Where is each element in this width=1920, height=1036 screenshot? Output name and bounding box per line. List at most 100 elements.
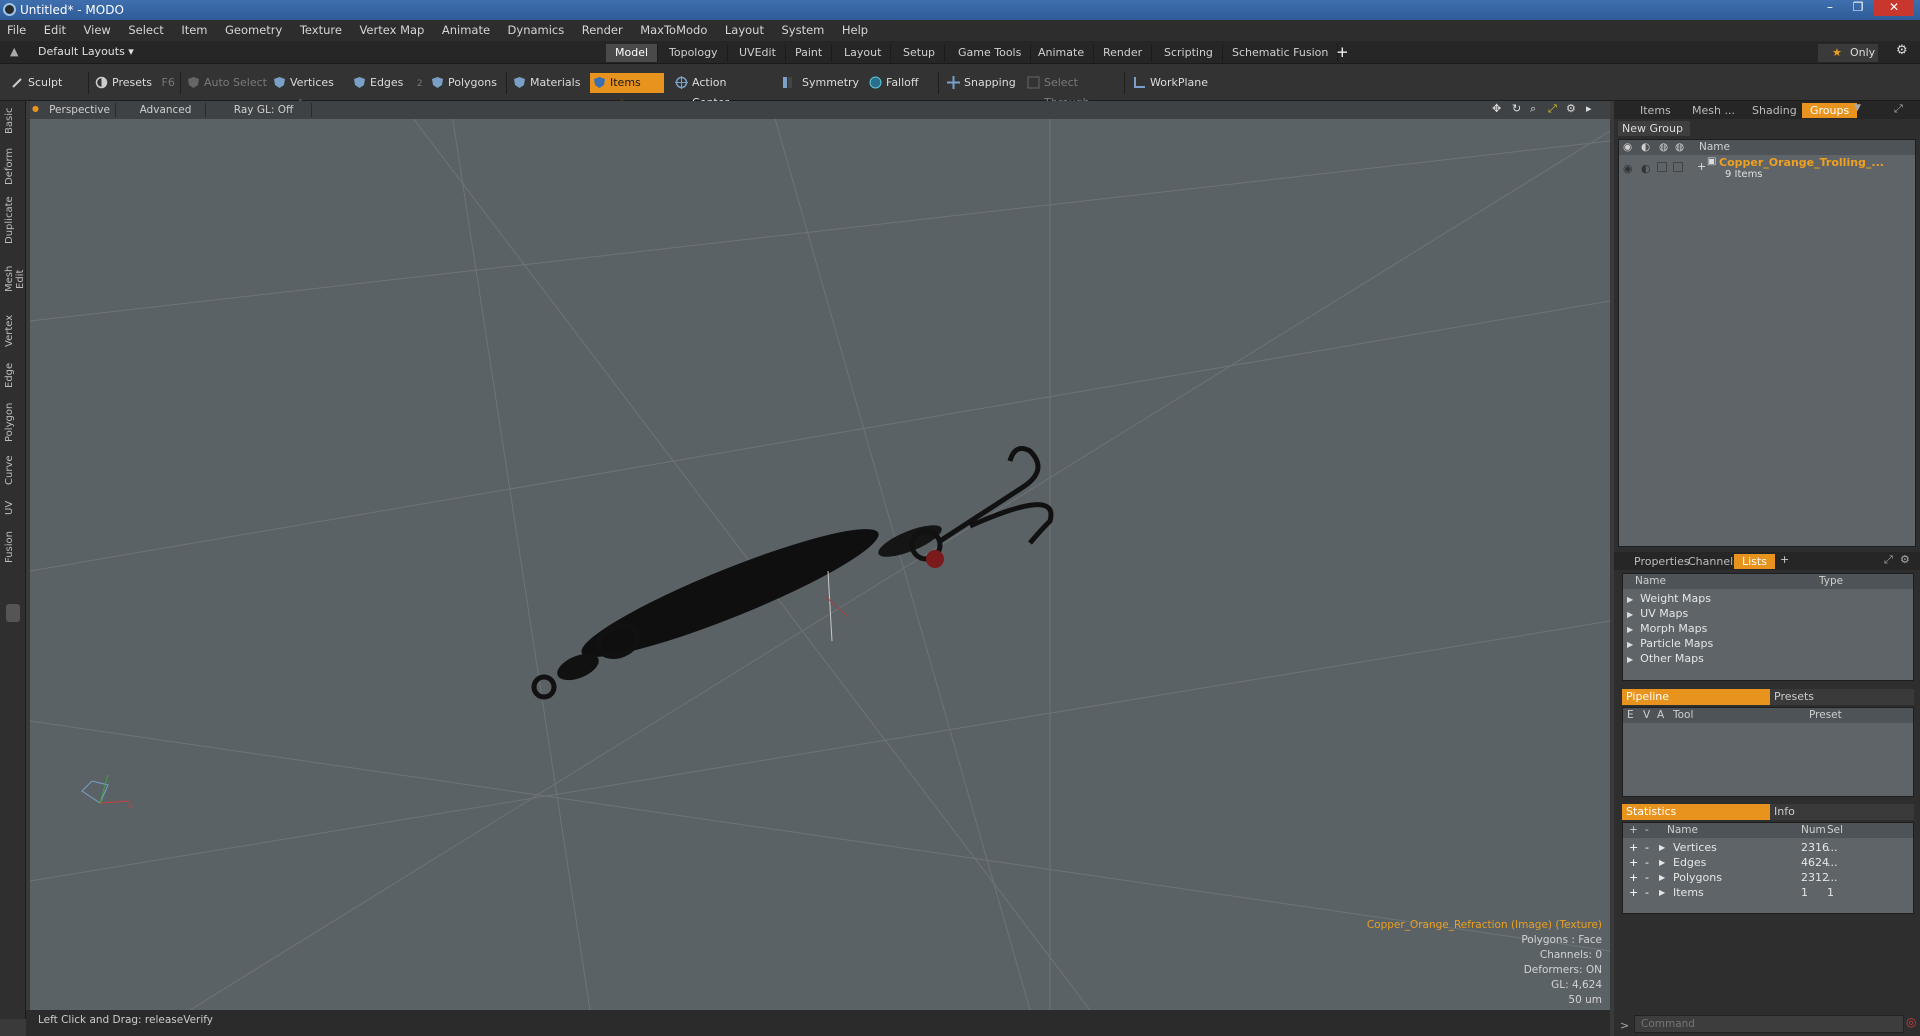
menu-file[interactable]: File — [0, 20, 33, 41]
symmetry-button[interactable]: Symmetry — [778, 73, 859, 93]
command-input[interactable] — [1634, 1015, 1904, 1033]
menu-view[interactable]: View — [77, 20, 118, 41]
tab-items[interactable]: Items — [1632, 103, 1679, 118]
vtab-fusion[interactable]: Fusion — [4, 529, 22, 565]
groups-dropdown-icon[interactable]: ▼ — [1854, 103, 1861, 113]
zoom-icon[interactable]: ⌕ — [1530, 102, 1536, 116]
viewport-expand-icon[interactable]: ▸ — [1586, 102, 1592, 115]
pan-icon[interactable]: ✥ — [1492, 102, 1501, 115]
close-icon[interactable]: ✕ — [1874, 0, 1914, 16]
workplane-button[interactable]: WorkPlane — [1130, 73, 1210, 93]
add-panel-tab-button[interactable]: + — [1780, 553, 1789, 566]
menu-vertex-map[interactable]: Vertex Map — [352, 20, 431, 41]
vtab-deform[interactable]: Deform — [4, 147, 22, 185]
view-mode-button[interactable]: Perspective — [44, 103, 116, 117]
polygons-button[interactable]: Polygons — [428, 73, 502, 93]
shading-mode-button[interactable]: Advanced — [126, 103, 206, 117]
menu-help[interactable]: Help — [835, 20, 875, 41]
vtab-vertex[interactable]: Vertex — [4, 313, 22, 349]
3d-viewport[interactable]: x ● Perspective Advanced Ray GL: Off ✥ ↻… — [30, 101, 1610, 1010]
lists-gear-icon[interactable]: ⚙ — [1900, 553, 1910, 566]
rotate-icon[interactable]: ↻ — [1512, 102, 1521, 115]
menu-maxtomodo[interactable]: MaxToModo — [633, 20, 714, 41]
tab-setup[interactable]: Setup — [894, 44, 946, 62]
tab-schematic-fusion[interactable]: Schematic Fusion — [1223, 44, 1339, 62]
tab-render[interactable]: Render — [1094, 44, 1153, 62]
edges-button[interactable]: Edges 2 — [350, 73, 426, 93]
menu-dynamics[interactable]: Dynamics — [501, 20, 572, 41]
vtab-mesh-edit[interactable]: Mesh Edit — [4, 255, 26, 303]
select-through-button[interactable]: Select Through — [1024, 73, 1120, 109]
minimize-icon[interactable]: – — [1818, 0, 1842, 16]
menu-texture[interactable]: Texture — [293, 20, 349, 41]
vtab-edge[interactable]: Edge — [4, 359, 22, 391]
group-expand-icon[interactable]: + — [1697, 160, 1706, 173]
vtab-basic[interactable]: Basic — [4, 105, 22, 137]
materials-button[interactable]: Materials — [510, 73, 586, 93]
menu-animate[interactable]: Animate — [435, 20, 497, 41]
tab-paint[interactable]: Paint — [786, 44, 833, 62]
menu-item[interactable]: Item — [174, 20, 214, 41]
group-eye-icon[interactable]: ◉ — [1623, 162, 1633, 175]
layout-collapse-icon[interactable]: ▲ — [10, 45, 18, 58]
falloff-button[interactable]: Falloff — [866, 73, 938, 93]
tab-info[interactable]: Info — [1770, 804, 1914, 820]
groups-expand-icon[interactable]: ⤢ — [1894, 102, 1903, 116]
menu-select[interactable]: Select — [121, 20, 170, 41]
command-history-icon[interactable]: ◎ — [1906, 1015, 1916, 1029]
action-center-button[interactable]: Action Center — [672, 73, 764, 109]
maximize-icon[interactable]: ❐ — [1846, 0, 1870, 16]
viewport-menu-icon[interactable]: ● — [32, 104, 40, 113]
add-tab-button[interactable]: + — [1336, 43, 1349, 61]
table-row[interactable]: + - ▶ Items 1 1 — [1623, 884, 1913, 902]
group-name[interactable]: Copper_Orange_Trolling_... — [1719, 156, 1884, 169]
vtab-duplicate[interactable]: Duplicate — [4, 195, 22, 245]
lure-model[interactable] — [531, 446, 1054, 700]
layout-preset-dropdown[interactable]: Default Layouts ▾ — [38, 45, 134, 58]
snapping-button[interactable]: Snapping — [944, 73, 1018, 93]
tab-layout[interactable]: Layout — [835, 44, 892, 62]
tab-groups[interactable]: Groups — [1802, 103, 1858, 118]
tab-model[interactable]: Model — [606, 44, 659, 62]
tab-mesh[interactable]: Mesh ... — [1684, 103, 1743, 118]
tab-presets[interactable]: Presets — [1770, 689, 1914, 705]
tab-pipeline[interactable]: Pipeline — [1622, 689, 1770, 705]
group-lock-checkbox[interactable] — [1657, 162, 1667, 172]
menu-edit[interactable]: Edit — [37, 20, 73, 41]
menu-geometry[interactable]: Geometry — [218, 20, 289, 41]
vtab-polygon[interactable]: Polygon — [4, 401, 22, 443]
tab-shading[interactable]: Shading — [1744, 103, 1805, 118]
tab-scripting[interactable]: Scripting — [1155, 44, 1223, 62]
new-group-button[interactable]: New Group — [1618, 121, 1690, 136]
tab-uvedit[interactable]: UVEdit — [730, 44, 786, 62]
lists-expand-icon[interactable]: ⤢ — [1884, 553, 1893, 567]
group-render-icon[interactable]: ◐ — [1641, 162, 1651, 175]
tab-statistics[interactable]: Statistics — [1622, 804, 1770, 820]
fit-icon[interactable]: ⤢ — [1548, 102, 1557, 116]
menu-layout[interactable]: Layout — [718, 20, 771, 41]
auto-select-button[interactable]: Auto Select — [184, 73, 268, 93]
presets-button[interactable]: Presets F6 — [92, 73, 178, 93]
vertices-button[interactable]: Vertices 1 — [270, 73, 350, 109]
stats-add-button[interactable]: + — [1629, 884, 1638, 902]
sculpt-button[interactable]: Sculpt — [8, 73, 80, 93]
only-toggle[interactable]: ★ Only — [1818, 44, 1878, 62]
viewport-gear-icon[interactable]: ⚙ — [1566, 102, 1576, 115]
items-button[interactable]: Items 5 — [590, 73, 664, 109]
tab-lists[interactable]: Lists — [1734, 554, 1775, 569]
vtab-curve[interactable]: Curve — [4, 453, 22, 487]
vtab-uv[interactable]: UV — [4, 497, 22, 519]
menu-render[interactable]: Render — [575, 20, 630, 41]
raygl-button[interactable]: Ray GL: Off — [216, 103, 312, 117]
stats-remove-button[interactable]: - — [1645, 884, 1649, 902]
tab-topology[interactable]: Topology — [660, 44, 728, 62]
gear-icon[interactable]: ⚙ — [1896, 43, 1908, 58]
group-select-checkbox[interactable] — [1673, 162, 1683, 172]
list-item[interactable]: ▶ Other Maps — [1627, 650, 1704, 668]
menu-system[interactable]: System — [774, 20, 831, 41]
tab-game-tools[interactable]: Game Tools — [949, 44, 1032, 62]
left-tabs-toggle[interactable] — [6, 604, 20, 622]
tab-animate[interactable]: Animate — [1029, 44, 1095, 62]
stats-expand-icon[interactable]: ▶ — [1659, 884, 1665, 902]
group-row[interactable]: ◉ ◐ + ▣ Copper_Orange_Trolling_... 9 Ite… — [1619, 156, 1915, 186]
